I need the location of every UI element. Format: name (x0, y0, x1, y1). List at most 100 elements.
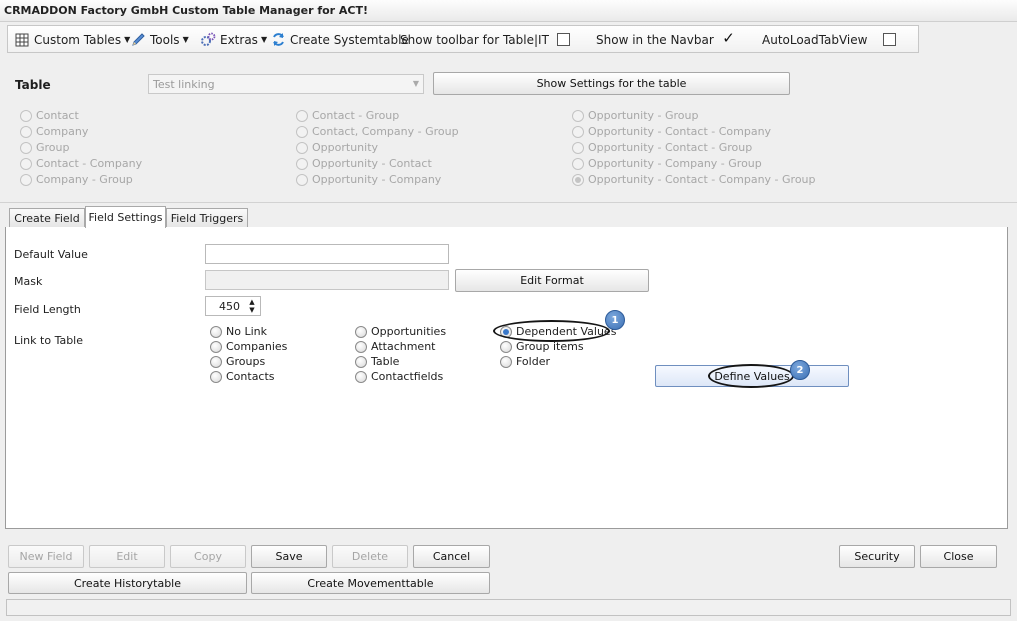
link-option[interactable]: Contactfields (355, 370, 443, 383)
custom-tables-menu[interactable]: Custom Tables ▼ (14, 31, 130, 48)
tab-field-triggers[interactable]: Field Triggers (166, 208, 248, 228)
radio-icon (355, 370, 367, 383)
pencil-icon (130, 32, 146, 48)
table-label: Table (15, 78, 51, 92)
show-navbar-label: Show in the Navbar (596, 32, 714, 47)
table-link-option[interactable]: Company (20, 125, 88, 138)
callout-badge-1: 1 (605, 310, 625, 330)
link-option[interactable]: Contacts (210, 370, 275, 383)
tab-field-settings[interactable]: Field Settings (85, 206, 166, 228)
table-grid-icon (14, 32, 30, 48)
radio-icon (296, 141, 308, 154)
autoload-label: AutoLoadTabView (762, 32, 868, 47)
table-link-option[interactable]: Opportunity - Contact - Group (572, 141, 752, 154)
table-link-option[interactable]: Contact - Company (20, 157, 142, 170)
radio-selected-icon (572, 173, 584, 186)
cancel-button[interactable]: Cancel (413, 545, 490, 568)
tools-label: Tools (150, 32, 180, 47)
show-navbar-checkbox[interactable]: ✓ (722, 31, 735, 46)
callout-badge-2: 2 (790, 360, 810, 380)
radio-icon (210, 340, 222, 353)
close-button[interactable]: Close (920, 545, 997, 568)
field-length-label: Field Length (14, 303, 81, 316)
callout-oval (708, 364, 794, 388)
radio-icon (355, 355, 367, 368)
table-link-option[interactable]: Opportunity - Contact - Company (572, 125, 771, 138)
table-link-option[interactable]: Opportunity - Contact (296, 157, 432, 170)
table-link-option[interactable]: Opportunity - Company - Group (572, 157, 762, 170)
chevron-down-icon: ▼ (412, 79, 419, 88)
link-option[interactable]: Attachment (355, 340, 436, 353)
radio-icon (355, 325, 367, 338)
radio-icon (210, 325, 222, 338)
radio-icon (355, 340, 367, 353)
show-toolbar-checkbox[interactable] (557, 33, 570, 46)
radio-icon (20, 141, 32, 154)
security-button[interactable]: Security (839, 545, 915, 568)
mask-input[interactable] (205, 270, 449, 290)
radio-icon (296, 157, 308, 170)
main-toolbar: Custom Tables ▼ Tools ▼ Extras ▼ Create … (7, 25, 919, 53)
link-option[interactable]: Folder (500, 355, 550, 368)
tab-create-field[interactable]: Create Field (9, 208, 85, 228)
default-value-input[interactable] (205, 244, 449, 264)
field-length-value: 450 (219, 300, 240, 313)
table-link-option[interactable]: Company - Group (20, 173, 133, 186)
table-select-value: Test linking (153, 78, 215, 91)
table-link-option[interactable]: Opportunity - Company (296, 173, 441, 186)
create-movementtable-button[interactable]: Create Movementtable (251, 572, 490, 594)
radio-icon (210, 355, 222, 368)
new-field-button[interactable]: New Field (8, 545, 84, 568)
link-to-table-label: Link to Table (14, 334, 84, 347)
show-settings-button[interactable]: Show Settings for the table (433, 72, 790, 95)
divider (0, 202, 1017, 203)
radio-icon (500, 340, 512, 353)
chevron-down-icon: ▼ (260, 35, 268, 44)
refresh-icon (270, 32, 286, 48)
edit-button[interactable]: Edit (89, 545, 165, 568)
radio-icon (20, 157, 32, 170)
autoload-checkbox[interactable] (883, 33, 896, 46)
create-historytable-button[interactable]: Create Historytable (8, 572, 247, 594)
table-link-option[interactable]: Opportunity (296, 141, 378, 154)
edit-format-button[interactable]: Edit Format (455, 269, 649, 292)
link-option[interactable]: Group items (500, 340, 584, 353)
radio-icon (210, 370, 222, 383)
copy-button[interactable]: Copy (170, 545, 246, 568)
link-option[interactable]: Companies (210, 340, 287, 353)
spin-arrows-icon[interactable]: ▲ ▼ (246, 298, 258, 314)
table-link-option[interactable]: Opportunity - Group (572, 109, 698, 122)
radio-icon (20, 125, 32, 138)
title-bar: CRMADDON Factory GmbH Custom Table Manag… (0, 0, 1017, 22)
link-option[interactable]: Table (355, 355, 399, 368)
radio-icon (296, 109, 308, 122)
table-link-option[interactable]: Contact - Group (296, 109, 399, 122)
delete-button[interactable]: Delete (332, 545, 408, 568)
radio-icon (500, 355, 512, 368)
link-option[interactable]: No Link (210, 325, 267, 338)
create-systemtable-label: Create Systemtable (290, 32, 409, 47)
window-title: CRMADDON Factory GmbH Custom Table Manag… (4, 4, 369, 17)
show-toolbar-label: Show toolbar for Table|IT (400, 32, 549, 47)
extras-menu[interactable]: Extras ▼ (200, 31, 267, 48)
tools-menu[interactable]: Tools ▼ (130, 31, 189, 48)
table-link-option[interactable]: Contact (20, 109, 79, 122)
mask-label: Mask (14, 275, 43, 288)
chevron-down-icon: ▼ (182, 35, 189, 44)
radio-icon (572, 109, 584, 122)
save-button[interactable]: Save (251, 545, 327, 568)
create-systemtable-button[interactable]: Create Systemtable (270, 31, 409, 48)
table-link-option-selected[interactable]: Opportunity - Contact - Company - Group (572, 173, 816, 186)
custom-tables-label: Custom Tables (34, 32, 122, 47)
field-length-stepper[interactable]: 450 ▲ ▼ (205, 296, 261, 316)
table-select[interactable]: Test linking ▼ (148, 74, 424, 94)
default-value-label: Default Value (14, 248, 88, 261)
radio-icon (296, 125, 308, 138)
table-link-option[interactable]: Contact, Company - Group (296, 125, 459, 138)
link-option[interactable]: Groups (210, 355, 265, 368)
radio-icon (296, 173, 308, 186)
link-option[interactable]: Opportunities (355, 325, 446, 338)
gears-icon (200, 32, 216, 48)
table-link-option[interactable]: Group (20, 141, 70, 154)
radio-icon (572, 125, 584, 138)
